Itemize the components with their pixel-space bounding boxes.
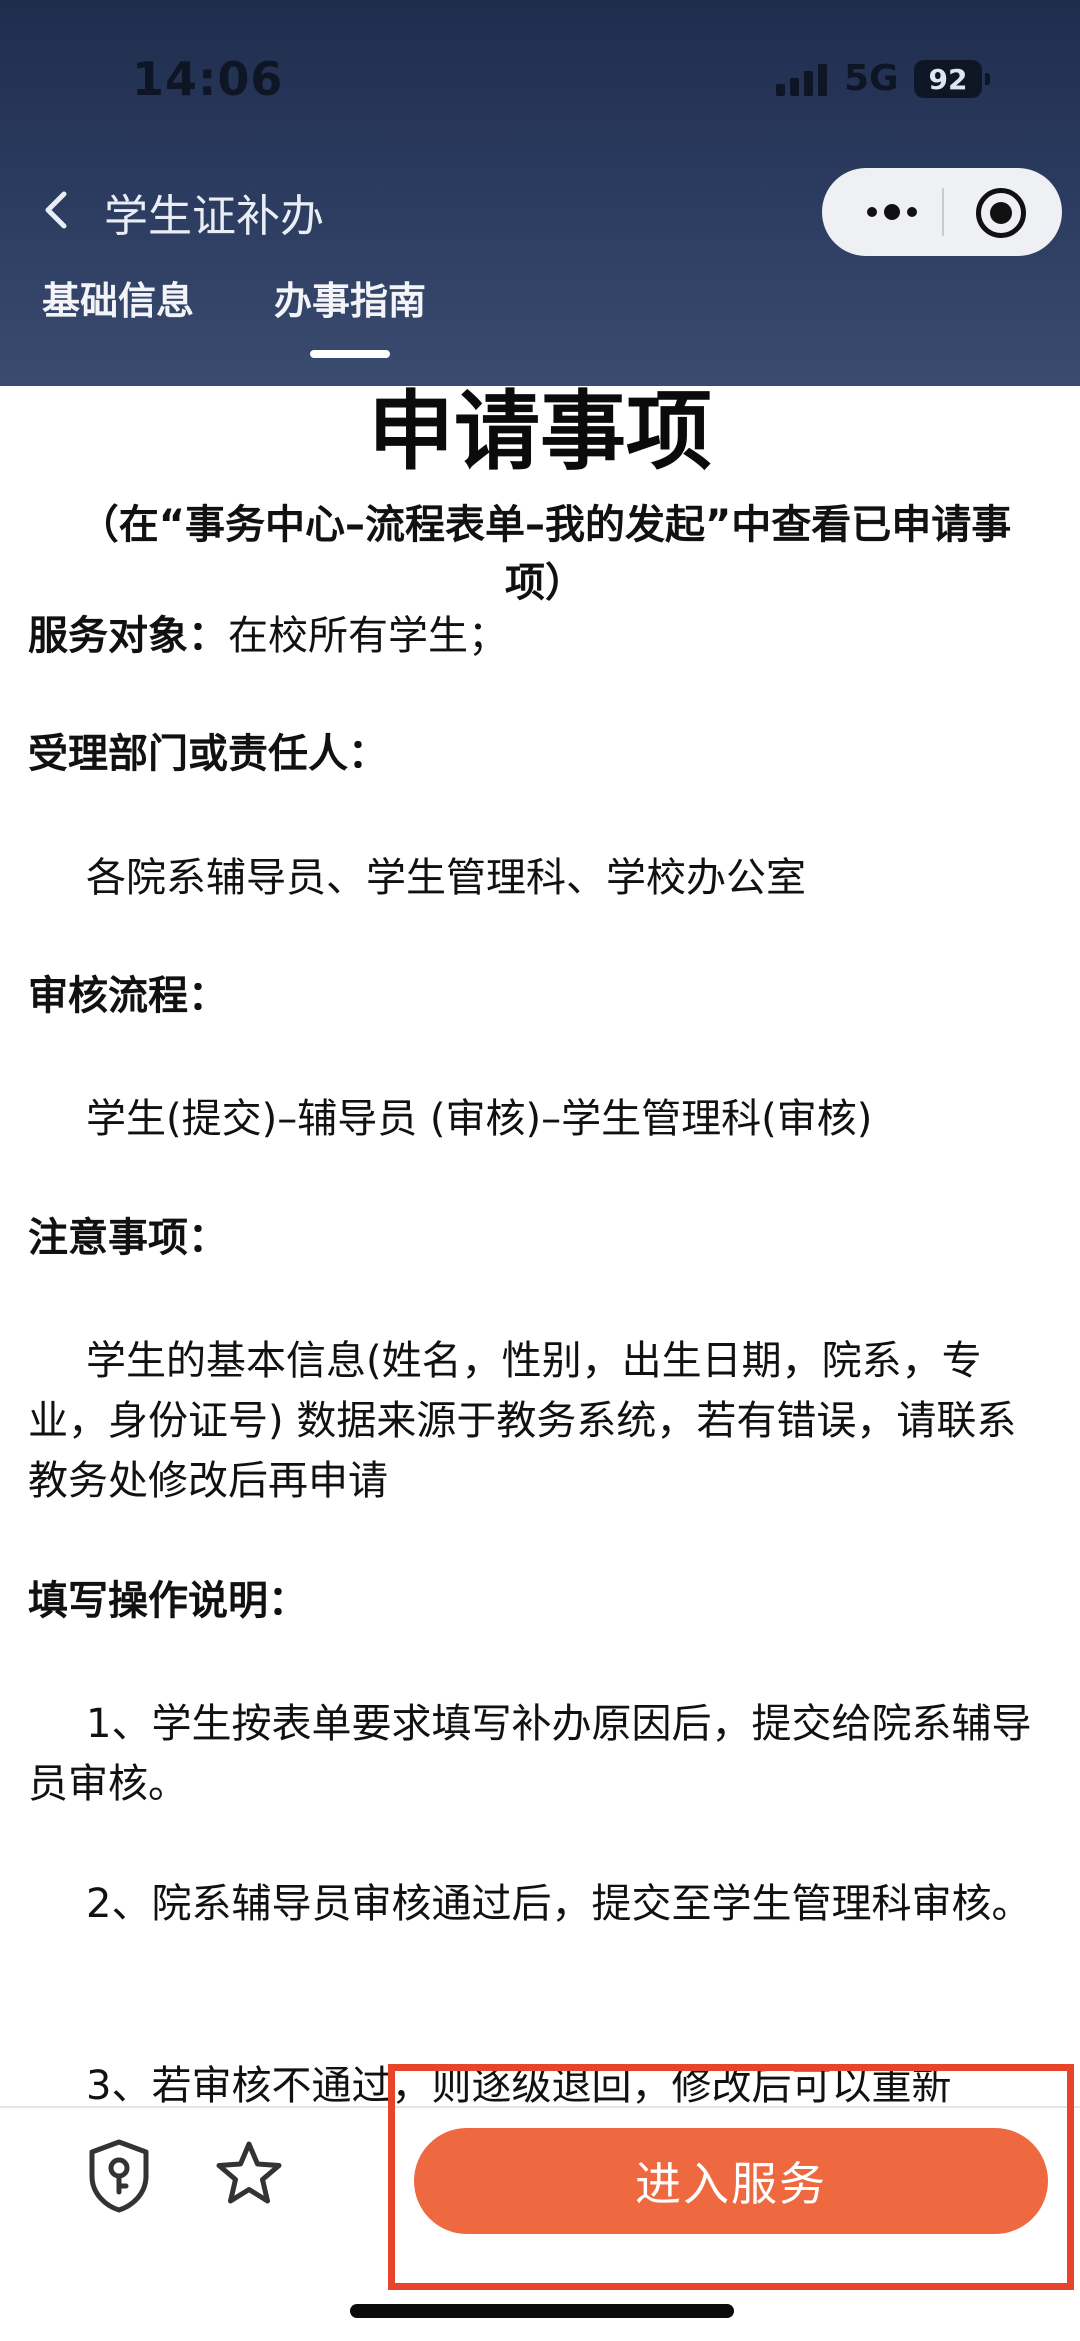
more-dots-icon[interactable] [852,190,932,234]
notes-value: 学生的基本信息(姓名，性别，出生日期，院系，专业，身份证号) 数据来源于教务系统… [28,1338,1017,1504]
target-circle-icon[interactable] [976,188,1026,238]
instruction-step-1: 1、学生按表单要求填写补办原因后，提交给院系辅导员审核。 [28,1701,1032,1807]
guide-content[interactable]: 申请事项 （在“事务中心–流程表单–我的发起”中查看已申请事项） 服务对象：在校… [0,386,1080,2106]
service-target-value: 在校所有学生； [228,613,508,659]
battery-icon: 92 [914,60,990,98]
content-subheading: （在“事务中心–流程表单–我的发起”中查看已申请事项） [78,502,1012,606]
mini-program-capsule [822,168,1062,256]
signal-icon [776,62,828,96]
dept-label: 受理部门或责任人： [28,731,388,777]
flow-label: 审核流程： [28,973,228,1019]
network-label: 5G [844,58,899,99]
battery-level: 92 [928,62,968,96]
capsule-divider [942,188,944,236]
tab-service-guide[interactable]: 办事指南 [274,270,426,325]
dept-value: 各院系辅导员、学生管理科、学校办公室 [86,855,806,901]
app-header: 14:06 5G 92 学生证补办 基础信息 办事指南 [0,0,1080,386]
home-indicator [350,2304,734,2318]
shield-key-icon[interactable] [86,2138,152,2214]
service-target-label: 服务对象： [28,613,228,659]
content-heading: 申请事项 [368,386,712,482]
chevron-left-icon[interactable] [30,182,86,238]
active-tab-indicator [310,350,390,358]
status-bar: 14:06 5G 92 [0,0,1080,140]
service-target: 服务对象：在校所有学生； [28,606,1052,666]
enter-service-button[interactable]: 进入服务 [414,2128,1048,2234]
instructions-label: 填写操作说明： [28,1578,308,1624]
tab-bar: 基础信息 办事指南 [0,270,1080,370]
status-time: 14:06 [132,52,284,106]
page-title: 学生证补办 [104,191,324,242]
tab-basic-info[interactable]: 基础信息 [42,270,194,325]
notes-label: 注意事项： [28,1215,228,1261]
star-icon[interactable] [214,2138,284,2208]
bottom-action-bar: 进入服务 [0,2064,1080,2341]
flow-value: 学生(提交)–辅导员 (审核)–学生管理科(审核) [86,1096,873,1142]
nav-bar: 学生证补办 [0,160,1080,260]
instruction-step-2: 2、院系辅导员审核通过后，提交至学生管理科审核。 [86,1881,1032,1927]
